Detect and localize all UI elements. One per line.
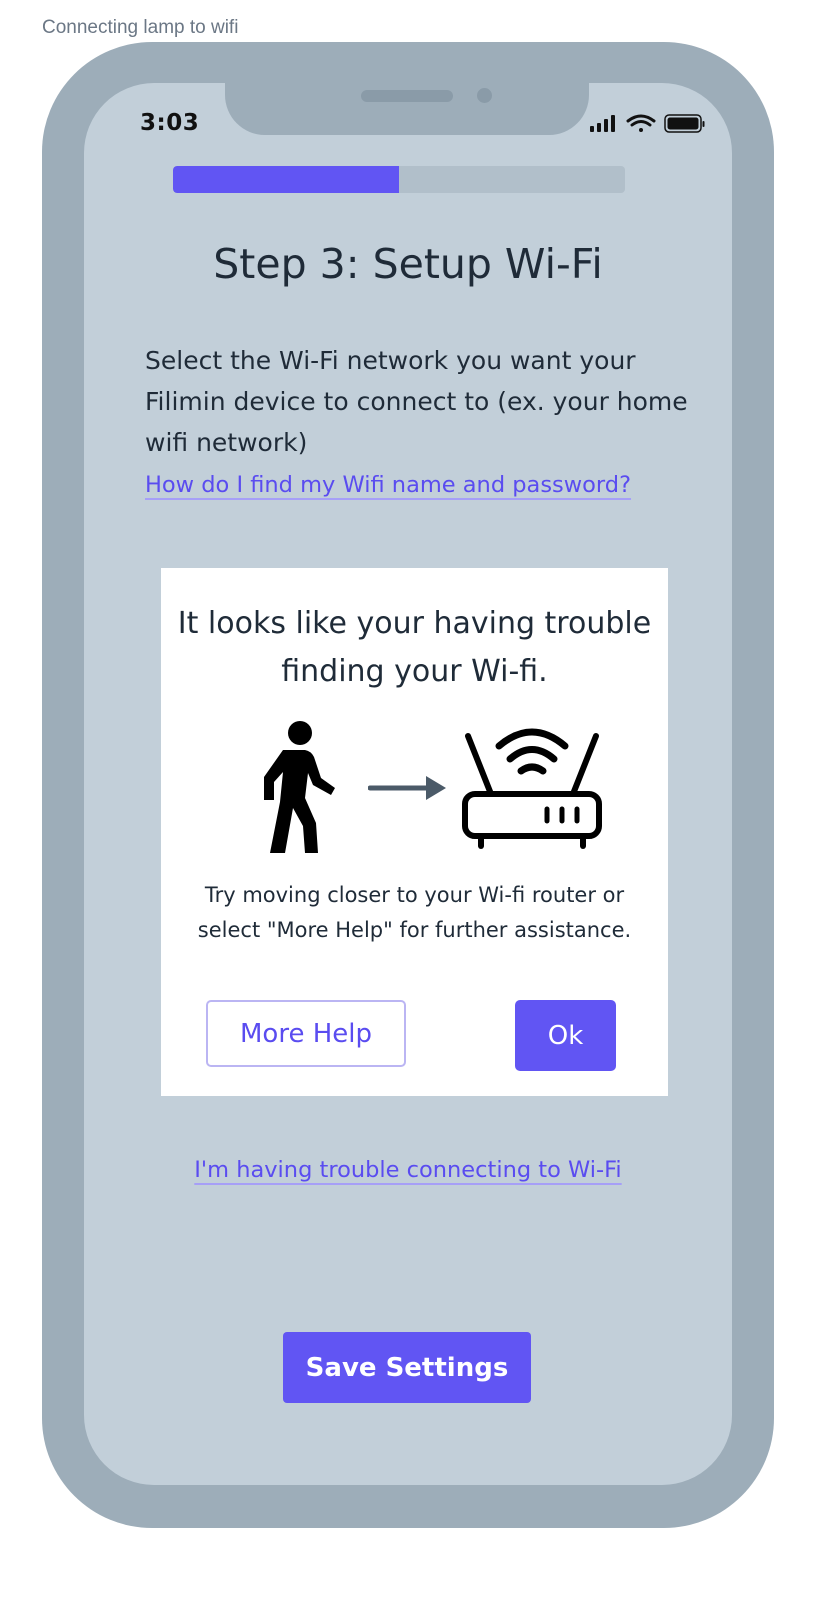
status-icons [588,112,706,136]
frame-label: Connecting lamp to wifi [42,17,239,38]
wifi-icon [626,114,656,132]
instructions-text: Select the Wi-Fi network you want your F… [145,346,688,457]
trouble-dialog: It looks like your having trouble findin… [161,568,668,1096]
save-settings-button[interactable]: Save Settings [283,1332,531,1403]
arrow-right-icon [368,776,446,800]
dialog-message: Try moving closer to your Wi-fi router o… [197,883,632,942]
ok-button[interactable]: Ok [515,1000,616,1071]
progress-bar [173,166,625,193]
battery-icon [664,114,705,133]
page-title: Step 3: Setup Wi-Fi [213,240,603,288]
status-time: 3:03 [140,110,200,136]
dialog-title: It looks like your having trouble findin… [177,606,652,689]
trouble-connecting-link[interactable]: I'm having trouble connecting to Wi-Fi [84,1157,732,1183]
front-camera [477,88,492,103]
walking-person-icon [264,721,335,853]
wifi-help-link[interactable]: How do I find my Wifi name and password? [145,472,631,498]
wifi-router-icon [462,728,602,849]
speaker-grille [361,90,453,102]
signal-icon [590,115,615,132]
more-help-button[interactable]: More Help [206,1000,406,1067]
progress-fill [173,166,399,193]
